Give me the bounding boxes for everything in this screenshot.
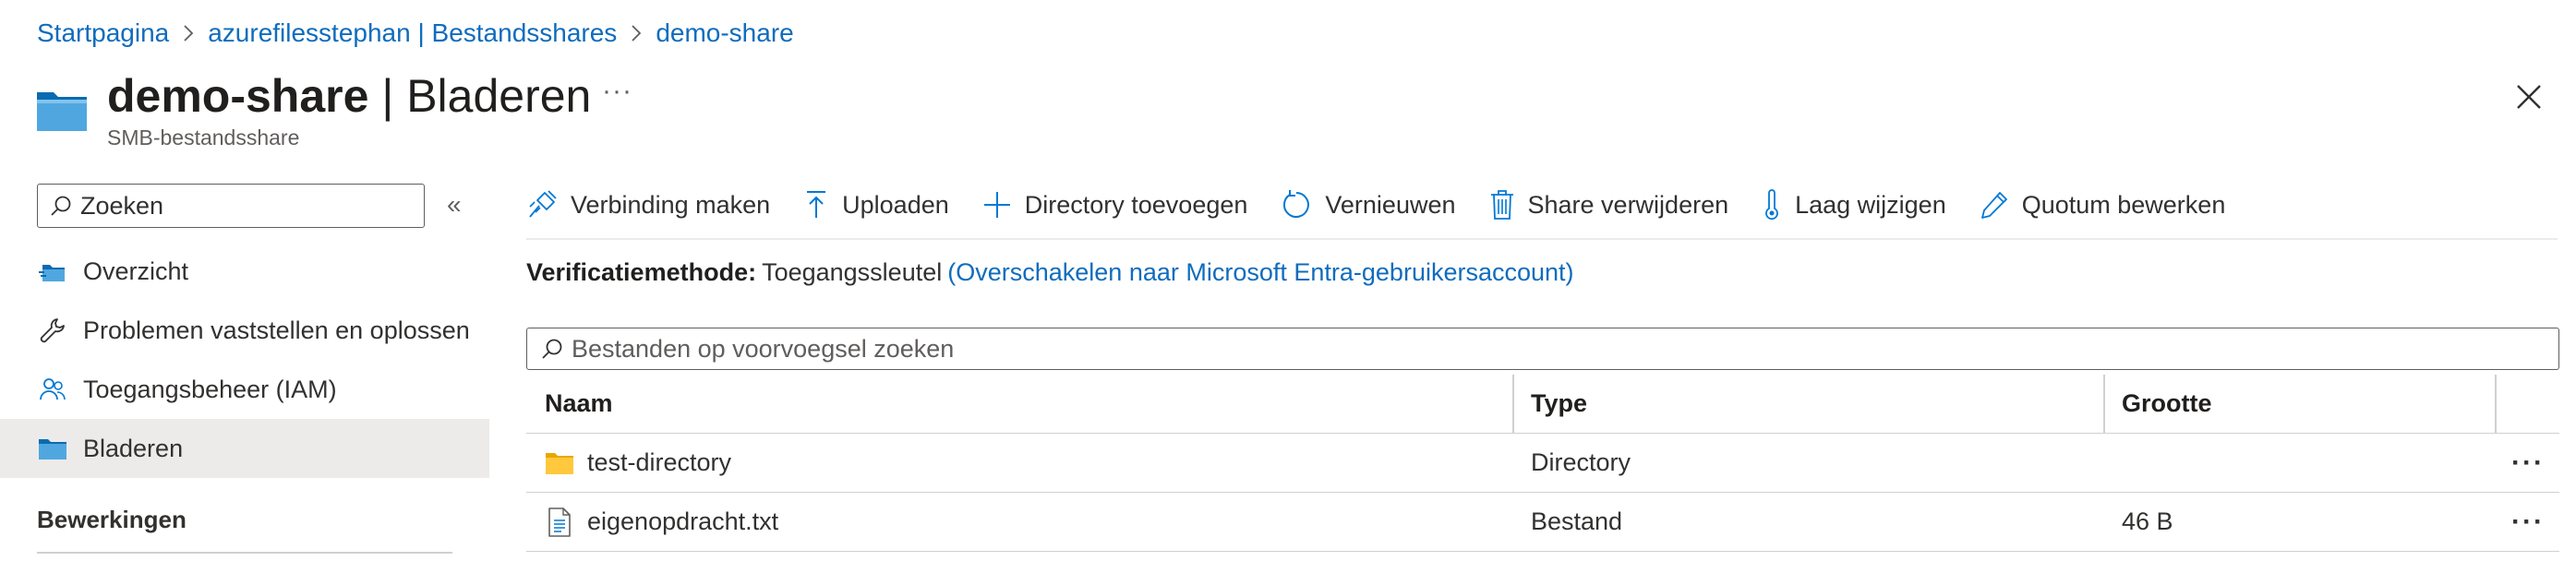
column-header-name[interactable]: Naam — [545, 375, 613, 433]
breadcrumb: Startpagina azurefilesstephan | Bestands… — [37, 15, 794, 52]
pencil-icon — [1980, 192, 2007, 219]
collapse-sidebar-icon[interactable]: « — [447, 190, 462, 220]
refresh-icon — [1283, 190, 1310, 218]
breadcrumb-home[interactable]: Startpagina — [37, 18, 169, 48]
upload-icon — [807, 191, 826, 218]
refresh-label: Vernieuwen — [1325, 190, 1456, 219]
file-name-link[interactable]: test-directory — [587, 448, 731, 477]
column-divider[interactable] — [2495, 375, 2497, 433]
trash-icon — [1490, 190, 1513, 220]
sidebar-item-label: Bladeren — [83, 434, 184, 462]
column-header-size[interactable]: Grootte — [2122, 375, 2212, 433]
page-title-section: | Bladeren — [368, 70, 592, 122]
sidebar-item-label: Overzicht — [83, 257, 189, 285]
file-search[interactable] — [526, 328, 2559, 370]
cell-type: Directory — [1531, 448, 1631, 476]
column-divider[interactable] — [1512, 375, 1514, 433]
folder-icon — [545, 448, 574, 478]
connect-button[interactable]: Verbinding maken — [526, 189, 770, 221]
page-title: demo-share | Bladeren — [107, 66, 591, 125]
sidebar-divider — [37, 552, 452, 554]
chevron-right-icon — [630, 24, 643, 42]
column-divider[interactable] — [2103, 375, 2105, 433]
delete-share-button[interactable]: Share verwijderen — [1489, 189, 1729, 221]
edit-quota-button[interactable]: Quotum bewerken — [1980, 190, 2226, 220]
overview-icon — [37, 256, 68, 287]
verification-method: Verificatiemethode: Toegangssleutel (Overs… — [526, 258, 1574, 287]
page-subtitle: SMB-bestandsshare — [107, 125, 300, 149]
table-header: Naam Type Grootte — [526, 375, 2559, 434]
file-search-input[interactable] — [572, 334, 2510, 364]
toolbar-divider — [526, 238, 2558, 240]
thermometer-icon — [1765, 189, 1778, 221]
sidebar-search-input[interactable] — [80, 191, 413, 221]
search-icon — [542, 339, 562, 359]
row-more-icon[interactable]: ··· — [2511, 434, 2545, 492]
connect-label: Verbinding maken — [571, 190, 771, 219]
close-icon[interactable] — [2513, 81, 2545, 113]
table-row[interactable]: eigenopdracht.txt Bestand 46 B ··· — [526, 493, 2559, 552]
refresh-button[interactable]: Vernieuwen — [1281, 189, 1456, 221]
folder-share-icon — [35, 87, 89, 133]
sidebar-item-overview[interactable]: Overzicht — [0, 242, 489, 301]
column-header-type[interactable]: Type — [1531, 375, 1587, 433]
search-icon — [51, 196, 71, 216]
upload-button[interactable]: Uploaden — [803, 189, 949, 221]
breadcrumb-storage-account[interactable]: azurefilesstephan | Bestandsshares — [208, 18, 617, 48]
page-title-share: demo-share — [107, 70, 369, 122]
cell-name: test-directory — [545, 434, 731, 492]
sidebar-search[interactable] — [37, 184, 425, 228]
breadcrumb-share[interactable]: demo-share — [656, 18, 793, 48]
switch-auth-link[interactable]: (Overschakelen naar Microsoft Entra-gebr… — [947, 258, 1573, 286]
folder-icon — [37, 433, 68, 464]
add-directory-button[interactable]: Directory toevoegen — [982, 190, 1248, 220]
verification-value: Toegangssleutel — [762, 258, 943, 286]
wrench-icon — [37, 315, 68, 346]
file-icon — [545, 507, 574, 537]
file-name-link[interactable]: eigenopdracht.txt — [587, 507, 778, 536]
sidebar-item-iam[interactable]: Toegangsbeheer (IAM) — [0, 360, 489, 419]
sidebar-item-label: Toegangsbeheer (IAM) — [83, 375, 337, 403]
cell-type: Bestand — [1531, 507, 1623, 535]
sidebar-item-diagnose[interactable]: Problemen vaststellen en oplossen — [0, 301, 489, 360]
file-table: Naam Type Grootte test-directory Directo… — [526, 375, 2559, 552]
edit-quota-label: Quotum bewerken — [2021, 190, 2226, 219]
toolbar: Verbinding maken Uploaden Directory toev… — [526, 181, 2258, 229]
chevron-right-icon — [182, 24, 195, 42]
cell-size: 46 B — [2122, 507, 2173, 535]
upload-label: Uploaden — [842, 190, 949, 219]
plus-icon — [983, 192, 1010, 218]
row-more-icon[interactable]: ··· — [2511, 493, 2545, 551]
delete-share-label: Share verwijderen — [1527, 190, 1729, 219]
people-icon — [37, 374, 68, 405]
add-directory-label: Directory toevoegen — [1024, 190, 1248, 219]
table-row[interactable]: test-directory Directory ··· — [526, 434, 2559, 493]
sidebar-item-label: Problemen vaststellen en oplossen — [83, 316, 470, 344]
more-actions-icon[interactable]: ··· — [602, 76, 632, 107]
verification-label: Verificatiemethode: — [526, 258, 757, 286]
change-tier-label: Laag wijzigen — [1795, 190, 1946, 219]
plug-icon — [529, 190, 557, 218]
cell-name: eigenopdracht.txt — [545, 493, 778, 551]
sidebar-item-browse[interactable]: Bladeren — [0, 419, 489, 478]
sidebar-section-operations: Bewerkingen — [37, 506, 187, 533]
change-tier-button[interactable]: Laag wijzigen — [1762, 189, 1946, 221]
